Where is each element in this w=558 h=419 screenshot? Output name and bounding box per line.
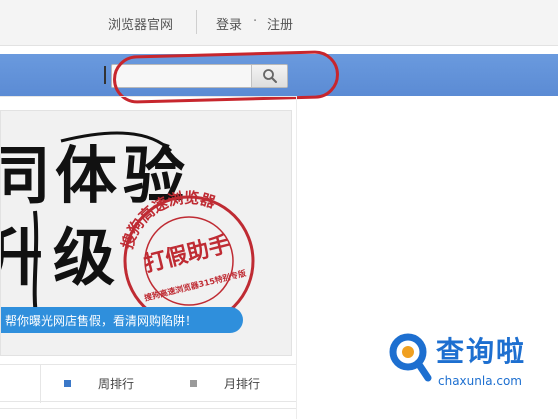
promo-banner[interactable]: 同体验 升级 搜狗高速浏览器 打假助手 搜狗高速浏览器315特别专版 帮你曝光网… xyxy=(0,110,292,356)
top-utility-bar: 浏览器官网 登录 · 注册 xyxy=(0,0,558,46)
monthly-marker-icon xyxy=(190,380,197,387)
magnifier-logo-icon xyxy=(389,333,432,382)
banner-ticker[interactable]: 帮你曝光网店售假，看清网购陷阱！ xyxy=(1,307,243,333)
register-link[interactable]: 注册 xyxy=(267,14,293,33)
content-top-rule xyxy=(0,96,296,97)
content-bottom-rule xyxy=(0,408,296,409)
text-cursor xyxy=(104,66,106,84)
site-watermark: 查询啦 chaxunla.com xyxy=(376,324,558,419)
browser-official-site-link[interactable]: 浏览器官网 xyxy=(108,14,173,33)
content-column-divider xyxy=(296,96,297,419)
banner-ticker-text: 帮你曝光网店售假，看清网购陷阱！ xyxy=(5,314,198,328)
watermark-title: 查询啦 xyxy=(436,335,527,368)
banner-headline-line2: 升级 xyxy=(1,221,125,294)
header-divider xyxy=(196,10,197,34)
login-link[interactable]: 登录 xyxy=(216,14,242,33)
watermark-domain: chaxunla.com xyxy=(438,374,522,388)
ranking-tabs-bar: 周排行 月排行 xyxy=(0,364,296,403)
tab-monthly-ranking[interactable]: 月排行 xyxy=(224,375,260,392)
seal-center-text: 打假助手 xyxy=(142,232,233,278)
ranking-divider xyxy=(40,365,41,403)
tab-weekly-ranking[interactable]: 周排行 xyxy=(98,375,134,392)
weekly-marker-icon xyxy=(64,380,71,387)
header-dot-separator: · xyxy=(253,14,258,29)
